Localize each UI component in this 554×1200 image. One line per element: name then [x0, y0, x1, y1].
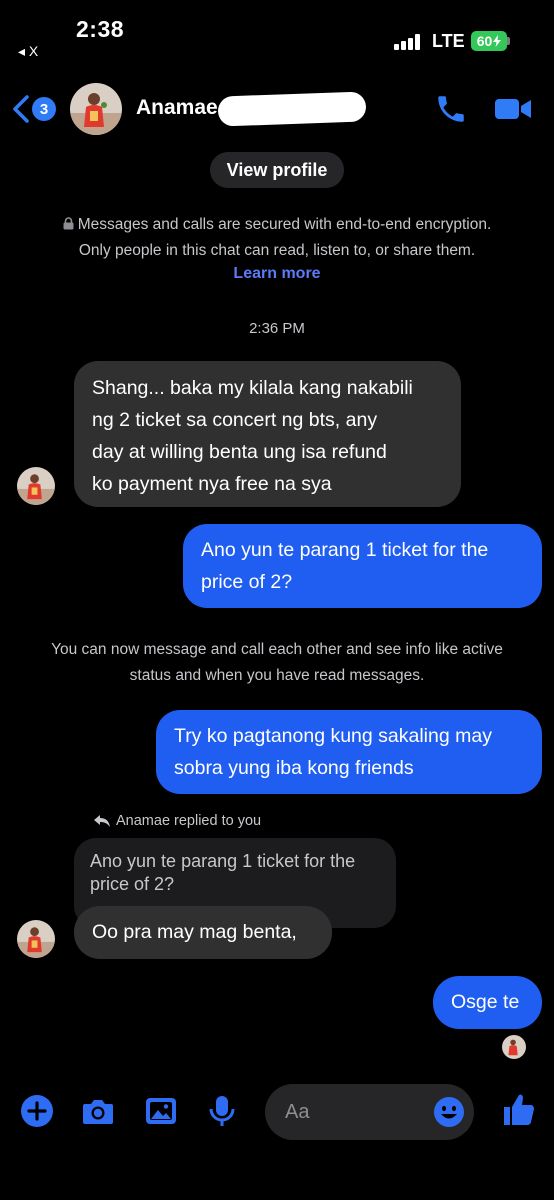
- lock-icon: [63, 217, 74, 230]
- encryption-notice: Messages and calls are secured with end-…: [20, 212, 534, 264]
- quoted-line: Ano yun te parang 1 ticket for the: [90, 851, 356, 871]
- message-line: ko payment nya free na sya: [92, 473, 332, 495]
- conversation-header: 3 Anamae: [0, 80, 554, 140]
- incoming-message[interactable]: Oo pra may mag benta,: [74, 906, 332, 959]
- gallery-icon[interactable]: [144, 1094, 178, 1128]
- message-line: day at willing benta ung isa refund: [92, 441, 387, 463]
- audio-call-icon[interactable]: [434, 92, 468, 126]
- battery-cap: [507, 37, 510, 45]
- message-input[interactable]: [285, 1084, 435, 1140]
- back-to-app-link[interactable]: ◂ X: [18, 43, 38, 60]
- outgoing-message[interactable]: Ano yun te parang 1 ticket for the price…: [183, 524, 542, 608]
- reply-label-text: Anamae replied to you: [116, 813, 262, 829]
- message-line: Oo pra may mag benta,: [92, 921, 297, 943]
- incoming-message[interactable]: Shang... baka my kilala kang nakabili ng…: [74, 361, 461, 507]
- message-line: Shang... baka my kilala kang nakabili: [92, 377, 413, 399]
- encryption-line-2: Only people in this chat can read, liste…: [78, 242, 476, 259]
- reply-indicator: Anamae replied to you: [94, 813, 261, 829]
- back-chevron-icon[interactable]: [10, 94, 32, 124]
- camera-icon[interactable]: [81, 1094, 115, 1128]
- message-composer: [0, 1078, 554, 1148]
- emoji-icon[interactable]: [433, 1096, 465, 1128]
- microphone-icon[interactable]: [205, 1094, 239, 1128]
- message-line: Ano yun te parang 1 ticket for the: [201, 539, 489, 561]
- system-note-line-1: You can now message and call each other …: [51, 641, 503, 658]
- sender-avatar[interactable]: [17, 467, 55, 505]
- learn-more-link[interactable]: Learn more: [0, 265, 554, 283]
- message-timestamp: 2:36 PM: [249, 320, 305, 337]
- reply-arrow-icon: [94, 815, 110, 827]
- network-type: LTE: [432, 31, 465, 51]
- plus-icon[interactable]: [20, 1094, 54, 1128]
- outgoing-message[interactable]: Try ko pagtanong kung sakaling may sobra…: [156, 710, 542, 794]
- message-input-container[interactable]: [265, 1084, 474, 1140]
- read-receipt-avatar: [502, 1035, 526, 1059]
- message-line: Try ko pagtanong kung sakaling may: [174, 725, 492, 747]
- status-time: 2:38: [76, 16, 125, 42]
- thumbs-up-icon[interactable]: [500, 1092, 536, 1128]
- status-bar: 2:38 ◂ X LTE 60: [0, 0, 554, 66]
- contact-avatar[interactable]: [70, 83, 122, 135]
- video-call-icon[interactable]: [494, 94, 532, 124]
- encryption-line-1: Messages and calls are secured with end-…: [77, 216, 492, 233]
- contact-name[interactable]: Anamae: [136, 96, 218, 120]
- message-line: Osge te: [451, 991, 520, 1013]
- system-note: You can now message and call each other …: [20, 637, 534, 689]
- system-note-line-2: status and when you have read messages.: [129, 667, 425, 684]
- message-line: sobra yung iba kong friends: [174, 757, 414, 779]
- unread-count-badge[interactable]: 3: [32, 97, 56, 121]
- battery-icon: 60: [471, 31, 507, 51]
- signal-strength-icon: [394, 34, 422, 50]
- battery-level: 60: [476, 33, 493, 49]
- outgoing-message[interactable]: Osge te: [433, 976, 542, 1029]
- message-line: ng 2 ticket sa concert ng bts, any: [92, 409, 378, 431]
- message-line: price of 2?: [201, 571, 293, 593]
- sender-avatar[interactable]: [17, 920, 55, 958]
- view-profile-button[interactable]: View profile: [210, 152, 344, 188]
- quoted-line: price of 2?: [90, 874, 175, 894]
- redaction-mark: [217, 91, 367, 127]
